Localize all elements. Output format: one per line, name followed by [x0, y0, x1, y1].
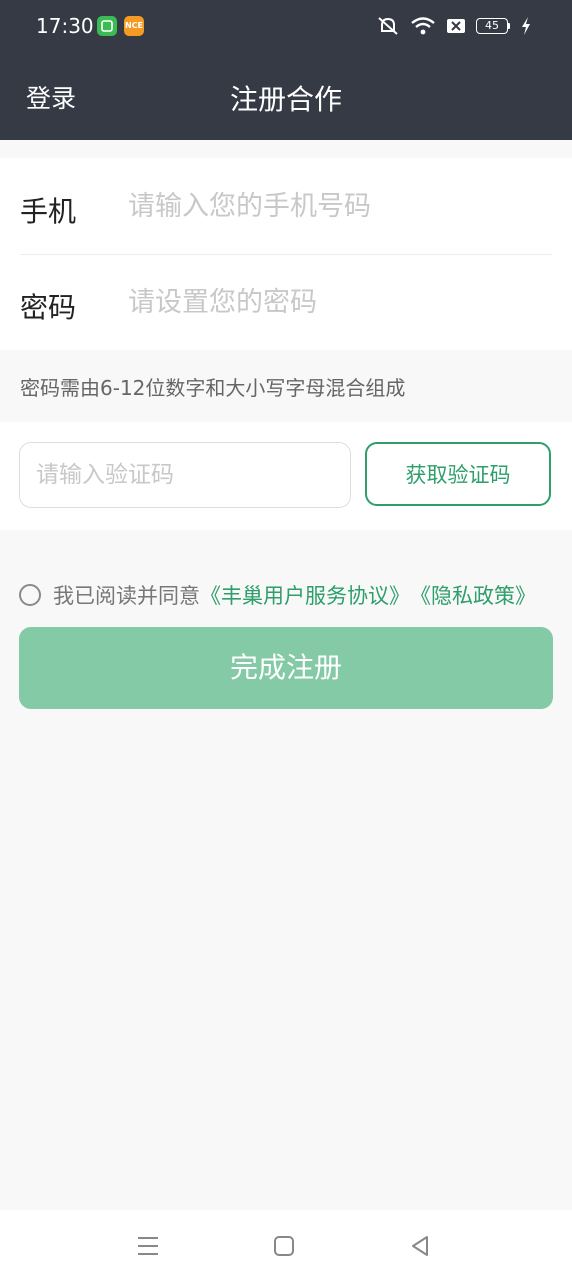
verification-input-box [19, 442, 351, 508]
agreement-text: 我已阅读并同意 [53, 584, 200, 608]
password-label: 密码 [20, 291, 77, 324]
home-icon[interactable] [269, 1232, 299, 1260]
sim-blocked-icon [447, 19, 465, 33]
complete-registration-button[interactable]: 完成注册 [19, 627, 553, 709]
menu-icon[interactable] [133, 1232, 163, 1260]
mute-icon [378, 17, 398, 35]
get-code-button[interactable]: 获取验证码 [365, 442, 551, 506]
charging-icon [522, 17, 530, 35]
verification-code-input[interactable] [36, 451, 336, 499]
agree-checkbox[interactable] [19, 584, 41, 606]
service-agreement-link[interactable]: 《丰巢用户服务协议》 [200, 580, 410, 610]
system-nav-bar [0, 1210, 572, 1280]
status-icons: 45 [376, 14, 532, 38]
wifi-icon [411, 17, 435, 35]
password-hint: 密码需由6-12位数字和大小写字母混合组成 [20, 376, 406, 400]
password-row: 密码 [0, 254, 572, 350]
registration-form: 手机 密码 [0, 158, 572, 350]
status-bar: 17:30 NCE 45 [0, 0, 572, 52]
status-time: 17:30 [36, 14, 94, 38]
app-notification-icon [97, 16, 117, 36]
battery-icon: 45 [476, 18, 510, 34]
nav-bar: 登录 注册合作 [0, 52, 572, 140]
nce-app-icon: NCE [124, 16, 144, 36]
phone-row: 手机 [0, 158, 572, 255]
app-header: 17:30 NCE 45 登录 注册合作 [0, 0, 572, 140]
verification-section: 获取验证码 [0, 422, 572, 530]
phone-input[interactable] [128, 182, 548, 230]
page-title: 注册合作 [229, 83, 342, 116]
privacy-policy-link[interactable]: 《隐私政策》 [410, 580, 536, 610]
phone-label: 手机 [20, 195, 77, 228]
back-icon[interactable] [405, 1232, 435, 1260]
battery-level: 45 [476, 18, 508, 34]
password-input[interactable] [128, 278, 548, 326]
agreement-row: 我已阅读并同意 《丰巢用户服务协议》 《隐私政策》 [19, 580, 536, 610]
